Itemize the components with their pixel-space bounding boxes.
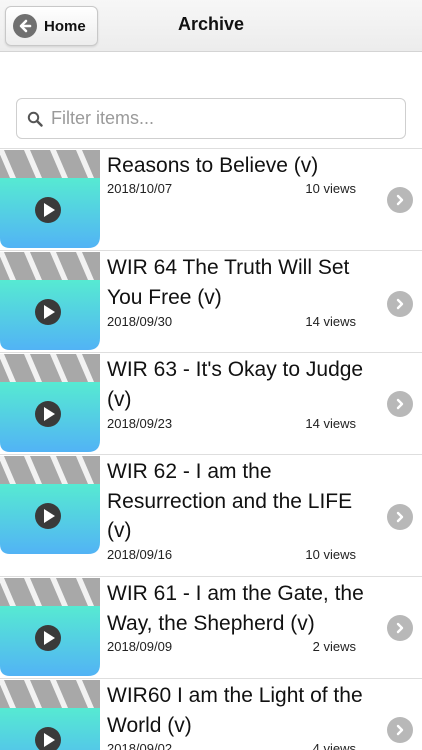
list-item[interactable]: WIR 61 - I am the Gate, the Way, the She… (0, 576, 422, 678)
item-date: 2018/10/07 (107, 181, 173, 196)
item-date: 2018/09/30 (107, 314, 173, 329)
page-title: Archive (177, 14, 245, 34)
item-title: Reasons to Believe (v) (107, 154, 319, 177)
item-views: 10 views (305, 181, 356, 196)
item-title: WIR 62 - I am the Resurrection and the L… (107, 460, 353, 542)
video-thumbnail-icon (0, 354, 100, 452)
chevron-right-icon[interactable] (387, 291, 413, 317)
video-thumbnail-icon (0, 150, 100, 248)
list-item[interactable]: Reasons to Believe (v) 2018/10/07 10 vie… (0, 148, 422, 250)
chevron-right-icon[interactable] (387, 615, 413, 641)
list-item[interactable]: WIR60 I am the Light of the World (v) 20… (0, 678, 422, 750)
search-field[interactable] (16, 98, 406, 139)
chevron-right-icon[interactable] (387, 187, 413, 213)
item-views: 4 views (312, 741, 356, 750)
chevron-right-icon[interactable] (387, 391, 413, 417)
list-item[interactable]: WIR 63 - It's Okay to Judge (v) 2018/09/… (0, 352, 422, 454)
item-title: WIR 64 The Truth Will Set You Free (v) (107, 256, 350, 309)
item-title: WIR 63 - It's Okay to Judge (v) (107, 358, 364, 411)
item-date: 2018/09/09 (107, 639, 173, 654)
item-date: 2018/09/02 (107, 741, 173, 750)
item-views: 10 views (305, 547, 356, 562)
item-title: WIR 61 - I am the Gate, the Way, the She… (107, 582, 364, 635)
item-date: 2018/09/23 (107, 416, 173, 431)
search-input[interactable] (51, 108, 391, 129)
video-thumbnail-icon (0, 680, 100, 750)
item-title: WIR60 I am the Light of the World (v) (107, 684, 363, 737)
item-date: 2018/09/16 (107, 547, 173, 562)
list-item[interactable]: WIR 64 The Truth Will Set You Free (v) 2… (0, 250, 422, 352)
chevron-right-icon[interactable] (387, 504, 413, 530)
item-views: 14 views (305, 416, 356, 431)
search-icon (27, 111, 43, 127)
archive-list: Reasons to Believe (v) 2018/10/07 10 vie… (0, 148, 422, 750)
video-thumbnail-icon (0, 252, 100, 350)
chevron-right-icon[interactable] (387, 717, 413, 743)
list-item[interactable]: WIR 62 - I am the Resurrection and the L… (0, 454, 422, 576)
item-views: 2 views (312, 639, 356, 654)
item-views: 14 views (305, 314, 356, 329)
video-thumbnail-icon (0, 456, 100, 554)
nav-bar: Home Archive (0, 0, 422, 52)
video-thumbnail-icon (0, 578, 100, 676)
